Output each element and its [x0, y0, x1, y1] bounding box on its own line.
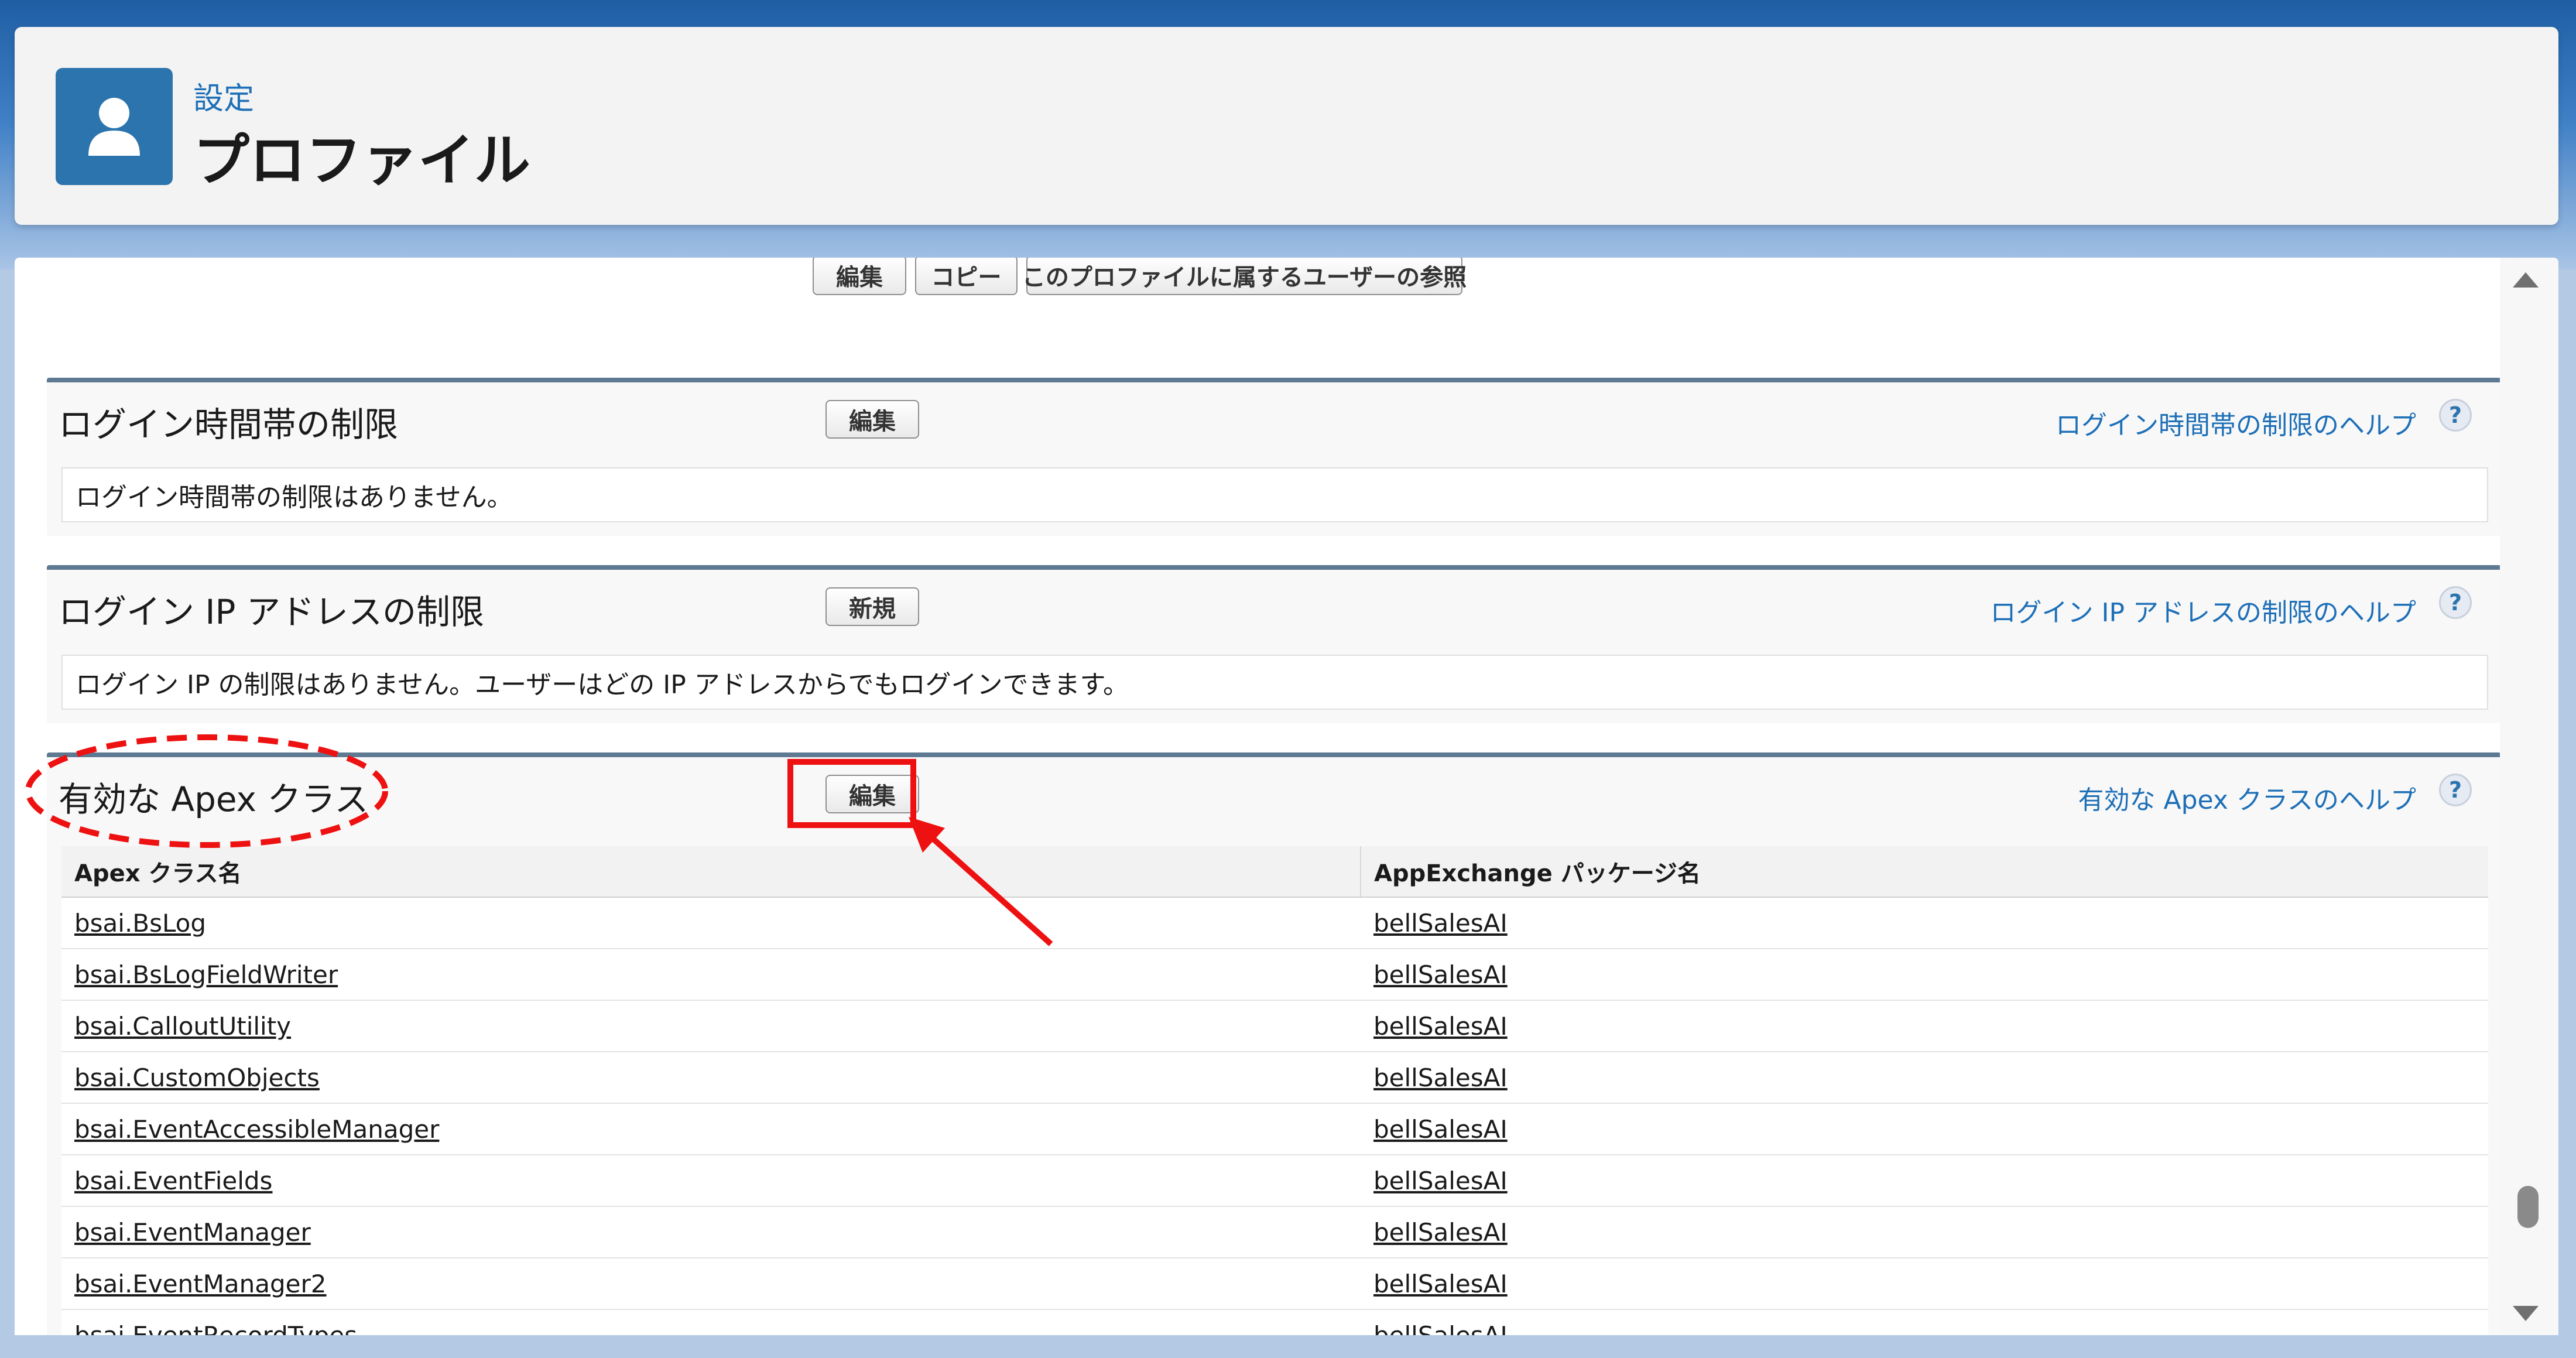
- apex-class-link[interactable]: bsai.EventManager2: [61, 1258, 1361, 1310]
- apex-classes-table: Apex クラス名 AppExchange パッケージ名 bsai.BsLog …: [61, 846, 2488, 1335]
- scroll-thumb[interactable]: [2517, 1186, 2539, 1228]
- section-title: ログイン IP アドレスの制限: [59, 592, 484, 632]
- login-hours-edit-button[interactable]: 編集: [825, 400, 919, 439]
- login-hours-message: ログイン時間帯の制限はありません。: [61, 467, 2488, 522]
- annotation-highlight-box: [787, 759, 916, 828]
- section-title: ログイン時間帯の制限: [59, 405, 399, 444]
- package-link[interactable]: bellSalesAI: [1361, 1000, 2488, 1052]
- scroll-up-icon[interactable]: [2513, 272, 2539, 288]
- copy-button[interactable]: コピー: [915, 258, 1018, 295]
- table-row: bsai.EventManager2 bellSalesAI: [61, 1258, 2488, 1310]
- help-icon[interactable]: ?: [2439, 399, 2472, 432]
- table-row: bsai.EventManager bellSalesAI: [61, 1206, 2488, 1258]
- apex-class-link[interactable]: bsai.EventFields: [61, 1155, 1361, 1207]
- package-link[interactable]: bellSalesAI: [1361, 1206, 2488, 1258]
- column-header-apex-class[interactable]: Apex クラス名: [61, 846, 1361, 898]
- table-row: bsai.EventRecordTypes bellSalesAI: [61, 1309, 2488, 1335]
- view-users-button[interactable]: このプロファイルに属するユーザーの参照: [1022, 258, 1467, 295]
- package-link[interactable]: bellSalesAI: [1361, 949, 2488, 1001]
- vertical-scrollbar[interactable]: [2500, 258, 2558, 1335]
- table-row: bsai.BsLogFieldWriter bellSalesAI: [61, 949, 2488, 1001]
- package-link[interactable]: bellSalesAI: [1361, 897, 2488, 949]
- table-header-row: Apex クラス名 AppExchange パッケージ名: [61, 846, 2488, 898]
- page-header: 設定 プロファイル: [15, 27, 2558, 225]
- table-row: bsai.EventFields bellSalesAI: [61, 1155, 2488, 1207]
- package-link[interactable]: bellSalesAI: [1361, 1309, 2488, 1335]
- package-link[interactable]: bellSalesAI: [1361, 1103, 2488, 1155]
- login-ip-new-button[interactable]: 新規: [825, 587, 919, 626]
- package-link[interactable]: bellSalesAI: [1361, 1155, 2488, 1207]
- login-ip-message: ログイン IP の制限はありません。ユーザーはどの IP アドレスからでもログイ…: [61, 655, 2488, 710]
- help-icon[interactable]: ?: [2439, 586, 2472, 619]
- annotation-dashed-ellipse: [25, 734, 388, 848]
- login-ip-help-link[interactable]: ログイン IP アドレスの制限のヘルプ: [1991, 591, 2416, 629]
- package-link[interactable]: bellSalesAI: [1361, 1258, 2488, 1310]
- apex-class-link[interactable]: bsai.BsLogFieldWriter: [61, 949, 1361, 1001]
- login-hours-help-link[interactable]: ログイン時間帯の制限のヘルプ: [2056, 404, 2416, 442]
- page-title: プロファイル: [193, 128, 530, 193]
- table-row: bsai.BsLog bellSalesAI: [61, 897, 2488, 949]
- package-link[interactable]: bellSalesAI: [1361, 1052, 2488, 1104]
- table-row: bsai.CalloutUtility bellSalesAI: [61, 1000, 2488, 1052]
- breadcrumb[interactable]: 設定: [193, 74, 254, 118]
- annotation-arrow-icon: [909, 817, 1053, 946]
- apex-class-link[interactable]: bsai.BsLog: [61, 897, 1361, 949]
- apex-class-link[interactable]: bsai.CustomObjects: [61, 1052, 1361, 1104]
- apex-class-link[interactable]: bsai.CalloutUtility: [61, 1000, 1361, 1052]
- login-hours-section: ログイン時間帯の制限 編集 ログイン時間帯の制限のヘルプ ? ログイン時間帯の制…: [47, 378, 2501, 536]
- table-row: bsai.CustomObjects bellSalesAI: [61, 1052, 2488, 1104]
- apex-class-link[interactable]: bsai.EventAccessibleManager: [61, 1103, 1361, 1155]
- apex-classes-help-link[interactable]: 有効な Apex クラスのヘルプ: [2078, 779, 2416, 816]
- main-panel: 編集 コピー このプロファイルに属するユーザーの参照 ログイン時間帯の制限 編集…: [15, 258, 2558, 1335]
- table-row: bsai.EventAccessibleManager bellSalesAI: [61, 1103, 2488, 1155]
- apex-class-link[interactable]: bsai.EventManager: [61, 1206, 1361, 1258]
- help-icon[interactable]: ?: [2439, 774, 2472, 806]
- apex-class-link[interactable]: bsai.EventRecordTypes: [61, 1309, 1361, 1335]
- scroll-down-icon[interactable]: [2513, 1306, 2539, 1321]
- edit-button[interactable]: 編集: [813, 258, 906, 295]
- login-ip-section: ログイン IP アドレスの制限 新規 ログイン IP アドレスの制限のヘルプ ?…: [47, 565, 2501, 723]
- user-profile-icon: [56, 68, 173, 185]
- column-header-package[interactable]: AppExchange パッケージ名: [1361, 846, 2488, 898]
